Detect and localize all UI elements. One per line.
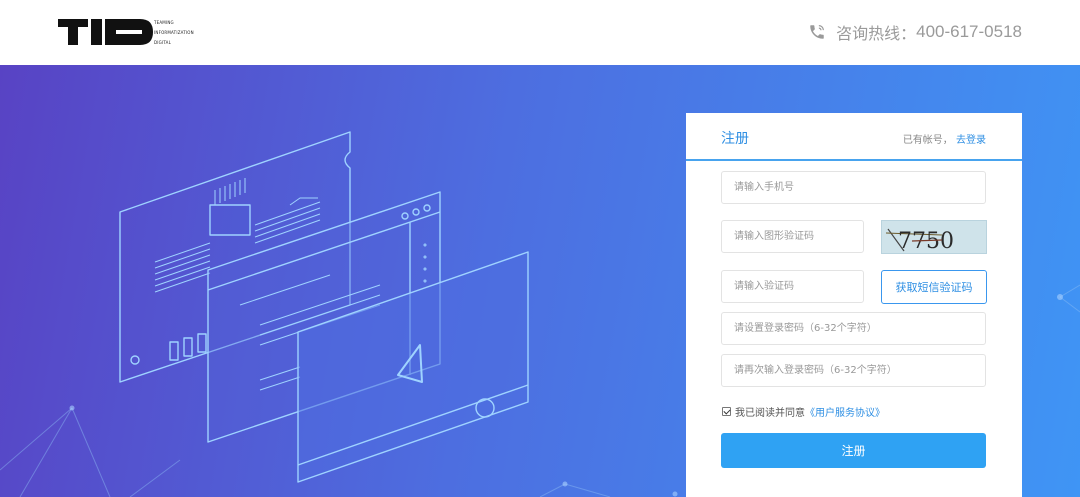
tid-logo-mark: [58, 19, 153, 45]
captcha-input[interactable]: [721, 220, 864, 253]
tid-logo[interactable]: TEAMING INFORMATIZATION DIGITAL: [58, 15, 198, 49]
sms-code-input[interactable]: [721, 270, 864, 303]
logo-sub-line: INFORMATIZATION: [154, 30, 194, 35]
phone-icon: [810, 25, 825, 39]
register-card: 注册 已有帐号， 去登录 7750 获取短信验证码 我已阅读并同意 《用户服务协…: [686, 113, 1022, 497]
login-link[interactable]: 去登录: [956, 135, 986, 146]
site-header: TEAMING INFORMATIZATION DIGITAL 咨询热线： 40…: [0, 0, 1080, 65]
phone-input[interactable]: [721, 171, 986, 204]
get-sms-code-button[interactable]: 获取短信验证码: [881, 270, 987, 304]
hotline-label: 咨询热线：: [836, 24, 917, 43]
captcha-image[interactable]: 7750: [881, 220, 987, 254]
register-title: 注册: [721, 131, 749, 147]
captcha-graphic: 7750: [885, 228, 954, 254]
register-submit-button[interactable]: 注册: [721, 433, 986, 468]
hotline-number: 400-617-0518: [916, 22, 1022, 41]
logo-sub-line: TEAMING: [154, 20, 174, 25]
login-prompt: 已有帐号， 去登录: [903, 131, 986, 146]
password-confirm-input[interactable]: [721, 354, 986, 387]
agreement-row: 我已阅读并同意 《用户服务协议》: [722, 404, 885, 419]
captcha-text: 7750: [898, 229, 954, 254]
logo-subtitle: TEAMING INFORMATIZATION DIGITAL: [154, 18, 194, 48]
agree-text: 我已阅读并同意: [735, 408, 805, 419]
register-card-header: 注册 已有帐号， 去登录: [686, 113, 1022, 161]
has-account-text: 已有帐号，: [902, 135, 953, 146]
agree-checkbox[interactable]: [722, 407, 731, 416]
user-agreement-link[interactable]: 《用户服务协议》: [805, 404, 885, 419]
password-input[interactable]: [721, 312, 986, 345]
logo-sub-line: DIGITAL: [154, 40, 172, 45]
hotline: 咨询热线： 400-617-0518: [808, 21, 1022, 43]
